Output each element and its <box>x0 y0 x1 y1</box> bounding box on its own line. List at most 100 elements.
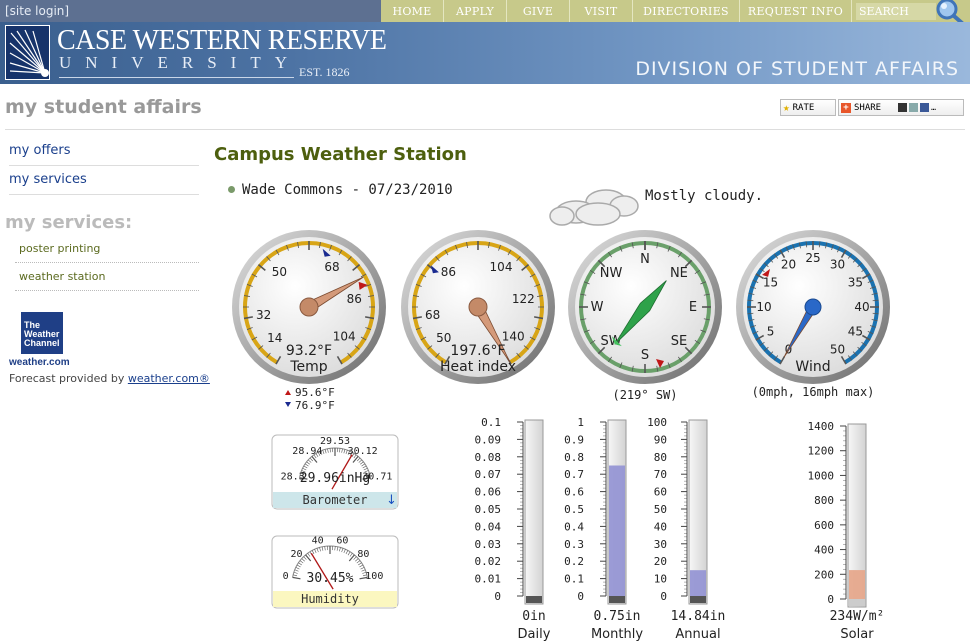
gauge-tick-label: 104 <box>333 330 356 344</box>
bar-value: 0in <box>522 609 545 624</box>
low-icon <box>285 402 291 407</box>
bar-tick-label: 0.8 <box>564 451 584 464</box>
gauge-tick-label: 35 <box>848 276 863 290</box>
bar-base <box>690 596 706 603</box>
bar-tick-label: 200 <box>814 568 834 581</box>
gauge-value: 30.45% <box>307 571 354 586</box>
gauge-tick-label: E <box>689 300 697 315</box>
bar-tick-label: 0.08 <box>475 451 502 464</box>
rain-daily-bar: 0 0.01 0.02 0.03 0.04 0.05 0.06 0.07 0.08 0.09 0.1… <box>475 416 551 642</box>
bar-tick-label: 70 <box>654 468 667 481</box>
solar-bar: 0 200 400 600 800 1000 1200 1400 234W/m² Solar <box>808 420 885 642</box>
bar-tick-label: 0.4 <box>564 520 584 533</box>
gauge-tick-label: 30 <box>830 258 845 272</box>
bar-base <box>849 599 865 606</box>
bar-fill <box>690 570 706 596</box>
gauge-label: Barometer <box>302 493 367 507</box>
bar-label: Monthly <box>591 627 643 642</box>
bar-value: 14.84in <box>671 609 726 624</box>
bar-tick-label: 0.01 <box>475 573 502 586</box>
bar-tick-label: 0.04 <box>475 520 502 533</box>
barometer-gauge: 28.328.9429.5330.1230.7129.96inHgBaromet… <box>271 434 399 510</box>
weather-gauges: 143250 688610493.2°FTemp95.6°F76.9°F50688… <box>232 230 890 642</box>
bar-tick-label: 0 <box>494 590 501 603</box>
bar-tick-label: 10 <box>654 573 667 586</box>
gauge-tick-label: 122 <box>512 292 535 306</box>
gauge-tick-label: S <box>641 348 649 363</box>
bar-tick-label: 0.3 <box>564 538 584 551</box>
gauge-tick-label: 68 <box>324 260 339 274</box>
bar-tick-label: 80 <box>654 451 667 464</box>
gauge-tick-label: 29.53 <box>320 436 350 447</box>
wind-speed-gauge: 05101520253035404550Wind <box>736 230 890 384</box>
bar-label: Solar <box>840 627 874 642</box>
bar-tick-label: 800 <box>814 494 834 507</box>
wind-direction-gauge: N NE E SE S SW W NW <box>568 230 722 384</box>
gauge-tick-label: 25 <box>805 251 820 265</box>
bar-tick-label: 100 <box>647 416 667 429</box>
gauge-tick-label: 68 <box>425 308 440 322</box>
wind-direction-value: (219° SW) <box>612 388 677 402</box>
gauge-tick-label: 32 <box>256 308 271 322</box>
bar-label: Daily <box>518 627 551 642</box>
gauge-tick-label: 20 <box>291 549 303 560</box>
gauge-tick-label: 15 <box>763 276 778 290</box>
bar-base <box>609 596 625 603</box>
bar-tick-label: 0.7 <box>564 468 584 481</box>
bar-tick-label: 0.1 <box>564 573 584 586</box>
wind-speed-value: (0mph, 16mph max) <box>752 385 875 399</box>
gauge-tick-label: NW <box>600 266 623 281</box>
gauge-tick-label: 20 <box>781 258 796 272</box>
bar-tick-label: 0.9 <box>564 433 584 446</box>
gauge-tick-label: 14 <box>267 331 282 345</box>
gauge-tick-label: 28.94 <box>292 446 322 457</box>
rain-monthly-bar: 0 0.1 0.2 0.3 0.4 0.5 0.6 0.7 0.8 0.9 1 0.75in Month… <box>564 416 643 642</box>
bar-tick-label: 0.03 <box>475 538 502 551</box>
bar-tick-label: 0.2 <box>564 555 584 568</box>
gauge-tick-label: 40 <box>312 536 324 547</box>
bar-tick-label: 0.6 <box>564 486 584 499</box>
bar-tick-label: 0.07 <box>475 468 502 481</box>
bar-fill <box>609 465 625 596</box>
gauge-tick-label: SE <box>671 334 687 349</box>
needle-hub <box>468 297 488 317</box>
bar-tick-label: 20 <box>654 555 667 568</box>
bar-tick-label: 50 <box>654 503 667 516</box>
gauge-tick-label: 100 <box>365 571 383 582</box>
wind-speed-label: Wind <box>795 359 830 375</box>
bar-tick-label: 60 <box>654 486 667 499</box>
bar-tick-label: 400 <box>814 544 834 557</box>
temperature-low: 76.9°F <box>295 399 335 412</box>
heat-index-value: 197.6°F <box>450 343 505 359</box>
bar-tick-label: 1000 <box>808 469 835 482</box>
bar-label: Annual <box>675 627 720 642</box>
gauge-value: 29.96inHg <box>300 471 370 486</box>
bar-tick-label: 600 <box>814 519 834 532</box>
high-icon <box>285 390 291 395</box>
arrow-down-icon: ↓ <box>386 493 397 508</box>
gauge-tick-label: 50 <box>436 331 451 345</box>
gauge-tick-label: W <box>591 300 604 315</box>
bar-tick-label: 0.5 <box>564 503 584 516</box>
bar-fill <box>849 570 865 599</box>
gauge-tick-label: 45 <box>848 325 863 339</box>
gauge-tick-label: 10 <box>756 300 771 314</box>
gauge-tick-label: SW <box>601 334 622 349</box>
gauge-tick-label: 104 <box>490 260 513 274</box>
bar-tube <box>524 419 544 605</box>
bar-tick-label: 0.1 <box>481 416 501 429</box>
needle-hub <box>299 297 319 317</box>
bar-tick-label: 0 <box>577 590 584 603</box>
gauge-tick-label: 60 <box>336 536 348 547</box>
bar-tick-label: 0.05 <box>475 503 502 516</box>
temperature-high: 95.6°F <box>295 386 335 399</box>
humidity-gauge: 020 40 60 80 100 30.45% Humidity <box>271 535 399 609</box>
bar-tick-label: 1200 <box>808 445 835 458</box>
gauge-tick-label: 50 <box>272 265 287 279</box>
bar-base <box>526 596 542 603</box>
bar-value: 0.75in <box>594 609 641 624</box>
bar-tick-label: 0 <box>827 593 834 606</box>
gauge-label: Humidity <box>301 592 359 606</box>
temperature-label: Temp <box>289 359 327 375</box>
needle-hub <box>804 298 822 316</box>
